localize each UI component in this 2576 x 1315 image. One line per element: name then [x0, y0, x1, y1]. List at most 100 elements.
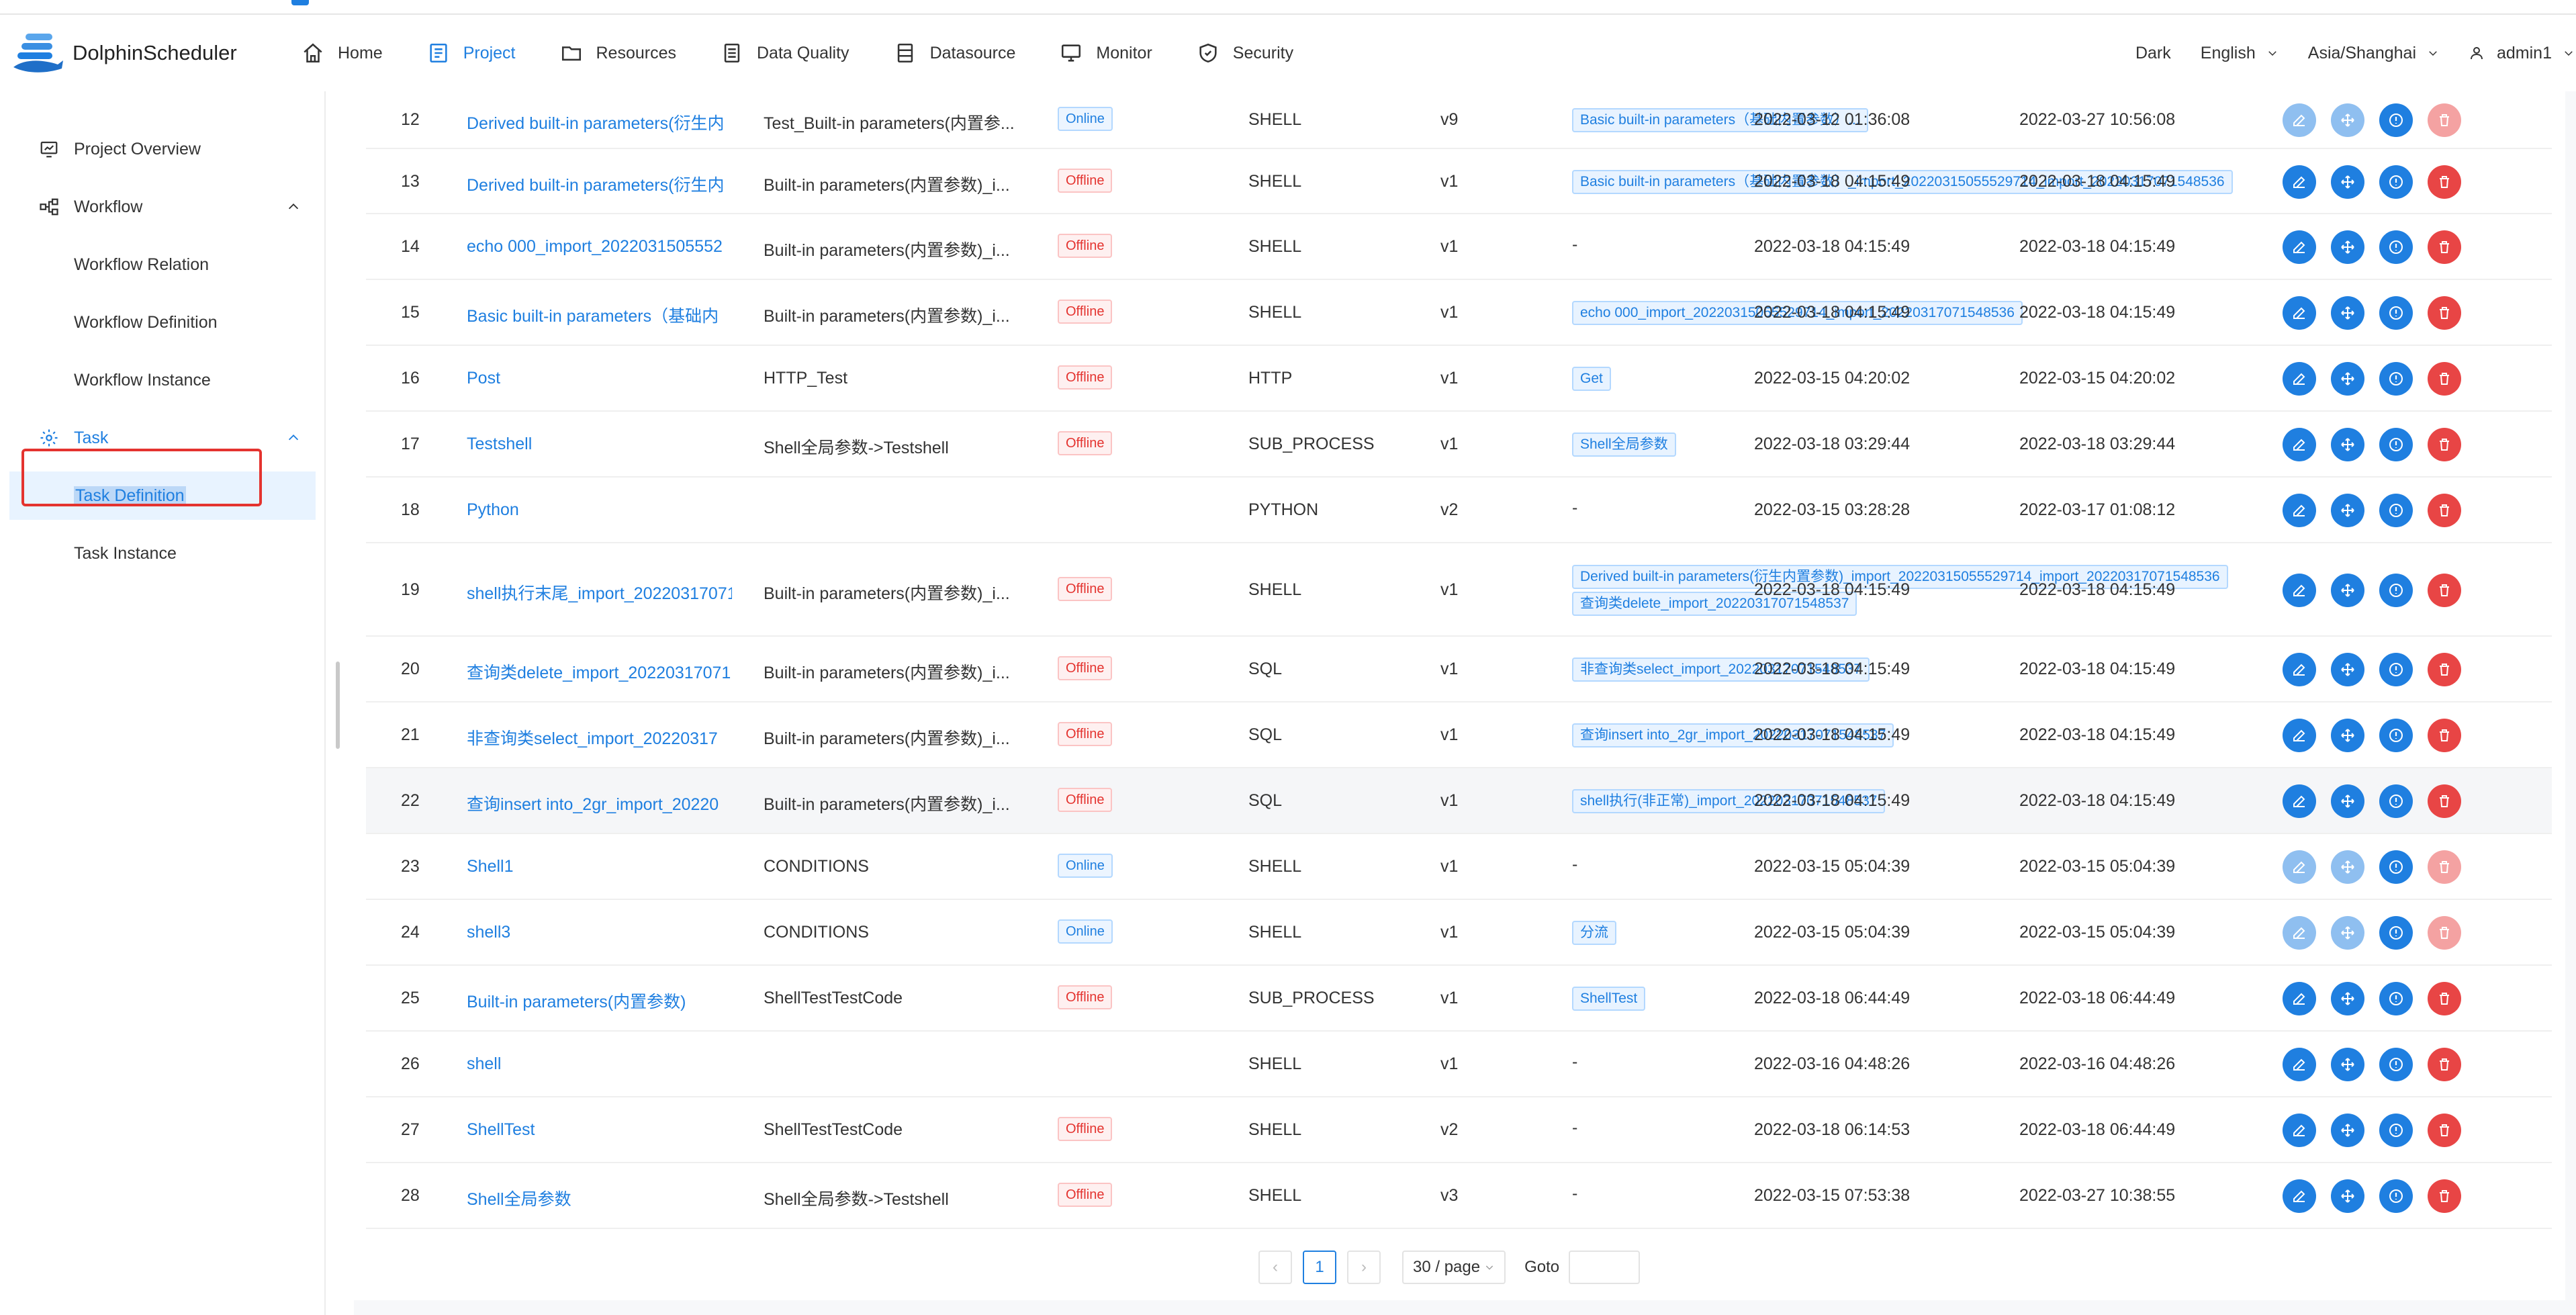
timezone-select[interactable]: Asia/Shanghai [2308, 44, 2439, 63]
prev-page-button[interactable]: ‹ [1258, 1251, 1292, 1284]
nav-resources[interactable]: Resources [538, 15, 699, 91]
delete-button[interactable] [2428, 982, 2461, 1015]
delete-button[interactable] [2428, 103, 2461, 137]
sidebar-item-project-overview[interactable]: Project Overview [0, 125, 316, 173]
table-row[interactable]: 14 echo 000_import_2022031505552 Built-in … [366, 214, 2552, 280]
edit-button[interactable] [2283, 784, 2316, 818]
task-name-link[interactable]: Derived built-in parameters(衍生内 [467, 172, 732, 196]
task-name-link[interactable]: Shell全局参数 [467, 1186, 732, 1210]
version-info-button[interactable] [2379, 850, 2413, 884]
sidebar-item-workflow[interactable]: Workflow [0, 183, 316, 231]
edit-button[interactable] [2283, 296, 2316, 330]
edit-button[interactable] [2283, 230, 2316, 264]
move-button[interactable] [2331, 1114, 2364, 1147]
language-select[interactable]: English [2201, 44, 2279, 63]
task-name-link[interactable]: 查询类delete_import_20220317071 [467, 660, 732, 684]
move-button[interactable] [2331, 165, 2364, 199]
move-button[interactable] [2331, 1048, 2364, 1081]
nav-data-quality[interactable]: Data Quality [698, 15, 872, 91]
table-row[interactable]: 16 Post HTTP_Test Offline HTTP v1 Get 2022-03-1… [366, 346, 2552, 412]
version-info-button[interactable] [2379, 573, 2413, 607]
move-button[interactable] [2331, 1179, 2364, 1213]
table-row[interactable]: 13 Derived built-in parameters(衍生内 Built-i… [366, 149, 2552, 214]
version-info-button[interactable] [2379, 719, 2413, 752]
table-row[interactable]: 22 查询insert into_2gr_import_20220 Built-in… [366, 768, 2552, 834]
version-info-button[interactable] [2379, 1179, 2413, 1213]
table-row[interactable]: 21 非查询类select_import_20220317 Built-in par… [366, 702, 2552, 768]
move-button[interactable] [2331, 296, 2364, 330]
table-row[interactable]: 15 Basic built-in parameters（基础内 Built-in … [366, 280, 2552, 346]
sidebar-item-workflow-definition[interactable]: Workflow Definition [0, 298, 316, 347]
delete-button[interactable] [2428, 428, 2461, 461]
delete-button[interactable] [2428, 165, 2461, 199]
delete-button[interactable] [2428, 573, 2461, 607]
table-row[interactable]: 20 查询类delete_import_20220317071 Built-in p… [366, 637, 2552, 702]
page-number-button[interactable]: 1 [1303, 1251, 1336, 1284]
version-info-button[interactable] [2379, 296, 2413, 330]
table-row[interactable]: 23 Shell1 CONDITIONS Online SHELL v1 - 2022-03-… [366, 834, 2552, 900]
edit-button[interactable] [2283, 103, 2316, 137]
task-name-link[interactable]: Shell1 [467, 857, 732, 876]
delete-button[interactable] [2428, 916, 2461, 950]
next-page-button[interactable]: › [1347, 1251, 1381, 1284]
delete-button[interactable] [2428, 494, 2461, 527]
version-info-button[interactable] [2379, 230, 2413, 264]
edit-button[interactable] [2283, 850, 2316, 884]
move-button[interactable] [2331, 982, 2364, 1015]
delete-button[interactable] [2428, 850, 2461, 884]
edit-button[interactable] [2283, 1179, 2316, 1213]
delete-button[interactable] [2428, 362, 2461, 396]
version-info-button[interactable] [2379, 1048, 2413, 1081]
delete-button[interactable] [2428, 296, 2461, 330]
table-row[interactable]: 26 shell SHELL v1 - 2022-03-16 04:48:26 2022-0… [366, 1032, 2552, 1097]
nav-project[interactable]: Project [405, 15, 538, 91]
table-row[interactable]: 17 Testshell Shell全局参数->Testshell Offline SU… [366, 412, 2552, 478]
delete-button[interactable] [2428, 719, 2461, 752]
version-info-button[interactable] [2379, 1114, 2413, 1147]
edit-button[interactable] [2283, 719, 2316, 752]
edit-button[interactable] [2283, 1048, 2316, 1081]
move-button[interactable] [2331, 916, 2364, 950]
nav-home[interactable]: Home [279, 15, 405, 91]
version-info-button[interactable] [2379, 362, 2413, 396]
move-button[interactable] [2331, 230, 2364, 264]
version-info-button[interactable] [2379, 165, 2413, 199]
move-button[interactable] [2331, 362, 2364, 396]
delete-button[interactable] [2428, 653, 2461, 686]
task-name-link[interactable]: Post [467, 369, 732, 388]
version-info-button[interactable] [2379, 653, 2413, 686]
sidebar-item-task-instance[interactable]: Task Instance [0, 529, 316, 578]
task-name-link[interactable]: 查询insert into_2gr_import_20220 [467, 791, 732, 815]
table-row[interactable]: 19 shell执行末尾_import_20220317071 Built-in p… [366, 543, 2552, 637]
theme-toggle[interactable]: Dark [2135, 44, 2171, 63]
delete-button[interactable] [2428, 230, 2461, 264]
table-row[interactable]: 28 Shell全局参数 Shell全局参数->Testshell Offline SH… [366, 1163, 2552, 1229]
delete-button[interactable] [2428, 1179, 2461, 1213]
edit-button[interactable] [2283, 362, 2316, 396]
edit-button[interactable] [2283, 428, 2316, 461]
delete-button[interactable] [2428, 784, 2461, 818]
version-info-button[interactable] [2379, 494, 2413, 527]
edit-button[interactable] [2283, 1114, 2316, 1147]
user-menu[interactable]: admin1 [2469, 44, 2576, 63]
nav-datasource[interactable]: Datasource [872, 15, 1038, 91]
delete-button[interactable] [2428, 1048, 2461, 1081]
task-name-link[interactable]: shell执行末尾_import_20220317071 [467, 580, 732, 604]
version-info-button[interactable] [2379, 428, 2413, 461]
task-name-link[interactable]: shell [467, 1054, 732, 1074]
sidebar-item-workflow-relation[interactable]: Workflow Relation [0, 240, 316, 289]
sidebar-item-workflow-instance[interactable]: Workflow Instance [0, 356, 316, 404]
edit-button[interactable] [2283, 165, 2316, 199]
move-button[interactable] [2331, 428, 2364, 461]
delete-button[interactable] [2428, 1114, 2461, 1147]
table-row[interactable]: 25 Built-in parameters(内置参数) ShellTestTest… [366, 966, 2552, 1032]
page-size-select[interactable]: 30 / page [1402, 1251, 1506, 1284]
task-name-link[interactable]: shell3 [467, 923, 732, 942]
move-button[interactable] [2331, 573, 2364, 607]
sidebar-scrollbar[interactable] [336, 662, 340, 749]
edit-button[interactable] [2283, 653, 2316, 686]
version-info-button[interactable] [2379, 103, 2413, 137]
table-row[interactable]: 27 ShellTest ShellTestTestCode Offline SHELL… [366, 1097, 2552, 1163]
edit-button[interactable] [2283, 494, 2316, 527]
move-button[interactable] [2331, 103, 2364, 137]
